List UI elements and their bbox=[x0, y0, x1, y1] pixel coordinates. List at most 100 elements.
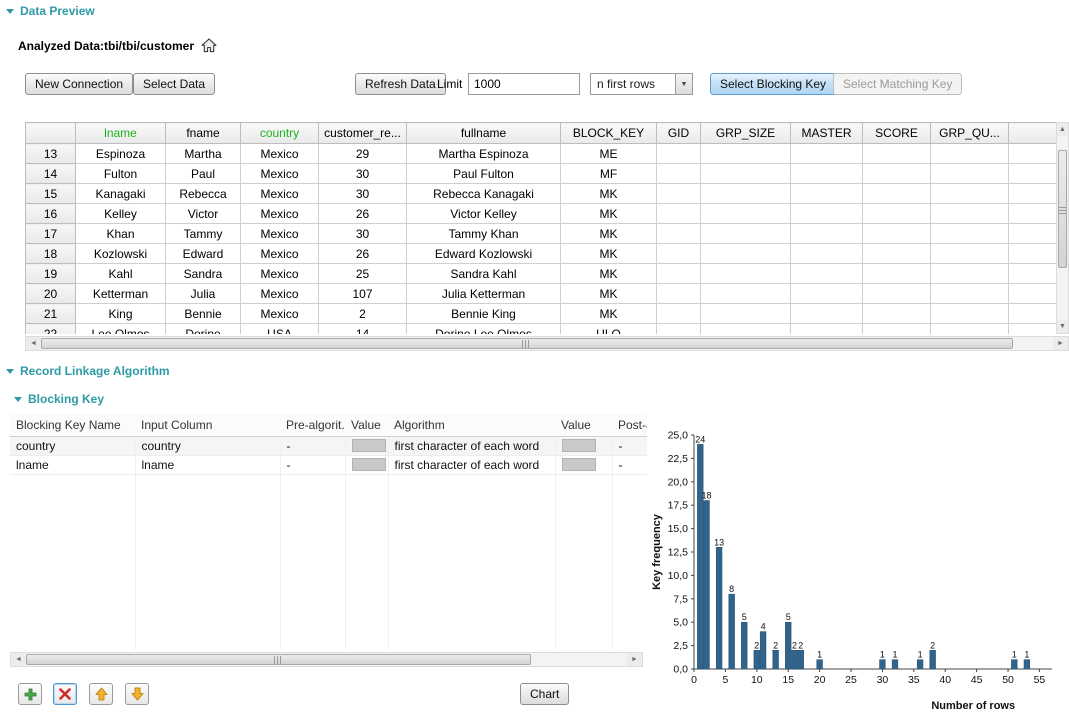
rows-mode-dropdown[interactable]: n first rows ▼ bbox=[590, 73, 693, 95]
column-header-blank[interactable] bbox=[26, 123, 76, 144]
blocking-table-horizontal-scrollbar[interactable]: ◄ ► bbox=[10, 652, 643, 667]
section-header-data-preview[interactable]: Data Preview bbox=[6, 4, 95, 18]
move-down-button[interactable] bbox=[125, 683, 149, 705]
svg-text:18: 18 bbox=[702, 491, 712, 501]
select-blocking-key-button[interactable]: Select Blocking Key bbox=[710, 73, 836, 95]
column-header-grp-size[interactable]: GRP_SIZE bbox=[701, 123, 791, 144]
data-cell bbox=[791, 324, 863, 335]
scroll-left-icon[interactable]: ◄ bbox=[11, 653, 26, 666]
chart-button[interactable]: Chart bbox=[520, 683, 569, 705]
column-header-customer-re-[interactable]: customer_re... bbox=[319, 123, 407, 144]
scroll-down-icon[interactable]: ▼ bbox=[1057, 320, 1068, 333]
post-value-box bbox=[555, 455, 612, 474]
column-header-blank[interactable] bbox=[1009, 123, 1057, 144]
data-row[interactable]: 20KettermanJuliaMexico107Julia Ketterman… bbox=[26, 284, 1057, 304]
empty-cell bbox=[280, 645, 345, 650]
empty-cell bbox=[388, 607, 555, 626]
scroll-grip bbox=[274, 656, 283, 664]
data-row[interactable]: 13EspinozaMarthaMexico29Martha EspinozaM… bbox=[26, 144, 1057, 164]
bk-column-header-post-algorith-: Post-algorith... bbox=[612, 414, 647, 436]
hscroll-track[interactable] bbox=[41, 337, 1053, 350]
data-row[interactable]: 17KhanTammyMexico30Tammy KhanMK bbox=[26, 224, 1057, 244]
column-header-score[interactable]: SCORE bbox=[863, 123, 931, 144]
column-header-fname[interactable]: fname bbox=[166, 123, 241, 144]
svg-text:7,5: 7,5 bbox=[673, 593, 688, 605]
input-column-cell[interactable]: lname bbox=[135, 455, 280, 474]
data-table-horizontal-scrollbar[interactable]: ◄ ► bbox=[25, 336, 1069, 351]
home-icon[interactable] bbox=[201, 38, 217, 53]
hscroll-thumb[interactable] bbox=[26, 654, 531, 665]
column-header-master[interactable]: MASTER bbox=[791, 123, 863, 144]
delete-blocking-key-button[interactable] bbox=[53, 683, 77, 705]
move-up-button[interactable] bbox=[89, 683, 113, 705]
data-cell: Edward Kozlowski bbox=[407, 244, 561, 264]
refresh-data-button[interactable]: Refresh Data bbox=[355, 73, 446, 95]
data-cell bbox=[791, 224, 863, 244]
scroll-up-icon[interactable]: ▲ bbox=[1057, 123, 1068, 136]
post-value-box bbox=[555, 436, 612, 455]
column-header-grp-qu-[interactable]: GRP_QU... bbox=[931, 123, 1009, 144]
data-row[interactable]: 18KozlowskiEdwardMexico26Edward Kozlowsk… bbox=[26, 244, 1057, 264]
limit-input[interactable] bbox=[468, 73, 580, 95]
scroll-left-icon[interactable]: ◄ bbox=[26, 337, 41, 350]
section-header-record-linkage[interactable]: Record Linkage Algorithm bbox=[6, 364, 170, 378]
new-connection-button[interactable]: New Connection bbox=[25, 73, 133, 95]
data-row[interactable]: 21KingBennieMexico2Bennie KingMK bbox=[26, 304, 1057, 324]
select-data-button[interactable]: Select Data bbox=[133, 73, 215, 95]
data-preview-table[interactable]: lnamefnamecountrycustomer_re...fullnameB… bbox=[25, 122, 1056, 334]
column-header-fullname[interactable]: fullname bbox=[407, 123, 561, 144]
data-row[interactable]: 16KelleyVictorMexico26Victor KelleyMK bbox=[26, 204, 1057, 224]
data-cell: King bbox=[76, 304, 166, 324]
chevron-down-icon[interactable]: ▼ bbox=[675, 74, 692, 94]
data-table-vertical-scrollbar[interactable]: ▲ ▼ bbox=[1056, 122, 1069, 334]
svg-text:10: 10 bbox=[751, 674, 763, 686]
data-row[interactable]: 19KahlSandraMexico25Sandra KahlMK bbox=[26, 264, 1057, 284]
algorithm-cell[interactable]: first character of each word bbox=[388, 436, 555, 455]
hscroll-track[interactable] bbox=[26, 653, 627, 666]
data-cell: Mexico bbox=[241, 164, 319, 184]
vscroll-track[interactable] bbox=[1057, 136, 1068, 320]
column-header-country[interactable]: country bbox=[241, 123, 319, 144]
add-blocking-key-button[interactable] bbox=[18, 683, 42, 705]
blocking-key-row[interactable]: countrycountry-first character of each w… bbox=[10, 436, 647, 455]
empty-row bbox=[10, 626, 647, 645]
svg-text:20: 20 bbox=[814, 674, 826, 686]
empty-cell bbox=[555, 531, 612, 550]
column-header-block-key[interactable]: BLOCK_KEY bbox=[561, 123, 657, 144]
data-cell bbox=[863, 244, 931, 264]
data-cell bbox=[931, 224, 1009, 244]
data-row[interactable]: 22Lee OlmosDorineUSA14Dorine Lee OlmosUL… bbox=[26, 324, 1057, 335]
data-cell: 30 bbox=[319, 164, 407, 184]
collapse-triangle-icon[interactable] bbox=[6, 9, 14, 14]
data-cell: Paul Fulton bbox=[407, 164, 561, 184]
vscroll-thumb[interactable] bbox=[1058, 150, 1067, 268]
data-cell bbox=[1009, 324, 1057, 335]
blocking-key-table[interactable]: Blocking Key NameInput ColumnPre-algorit… bbox=[10, 414, 647, 650]
pre-algorithm-cell[interactable]: - bbox=[280, 436, 345, 455]
input-column-cell[interactable]: country bbox=[135, 436, 280, 455]
column-header-gid[interactable]: GID bbox=[657, 123, 701, 144]
empty-row bbox=[10, 645, 647, 650]
post-algorithm-cell[interactable]: - bbox=[612, 436, 647, 455]
select-matching-key-button: Select Matching Key bbox=[833, 73, 962, 95]
scroll-right-icon[interactable]: ► bbox=[1053, 337, 1068, 350]
data-row[interactable]: 15KanagakiRebeccaMexico30Rebecca Kanagak… bbox=[26, 184, 1057, 204]
data-row[interactable]: 14FultonPaulMexico30Paul FultonMF bbox=[26, 164, 1057, 184]
svg-text:25: 25 bbox=[845, 674, 857, 686]
blocking-key-name-cell[interactable]: country bbox=[10, 436, 135, 455]
column-header-lname[interactable]: lname bbox=[76, 123, 166, 144]
empty-cell bbox=[345, 512, 388, 531]
blocking-key-row[interactable]: lnamelname-first character of each word- bbox=[10, 455, 647, 474]
hscroll-thumb[interactable] bbox=[41, 338, 1013, 349]
post-algorithm-cell[interactable]: - bbox=[612, 455, 647, 474]
pre-algorithm-cell[interactable]: - bbox=[280, 455, 345, 474]
data-cell bbox=[701, 304, 791, 324]
section-header-blocking-key[interactable]: Blocking Key bbox=[14, 392, 104, 406]
blocking-key-name-cell[interactable]: lname bbox=[10, 455, 135, 474]
collapse-triangle-icon[interactable] bbox=[14, 397, 22, 402]
scroll-right-icon[interactable]: ► bbox=[627, 653, 642, 666]
data-cell: Tammy Khan bbox=[407, 224, 561, 244]
collapse-triangle-icon[interactable] bbox=[6, 369, 14, 374]
svg-text:22,5: 22,5 bbox=[668, 453, 689, 465]
algorithm-cell[interactable]: first character of each word bbox=[388, 455, 555, 474]
